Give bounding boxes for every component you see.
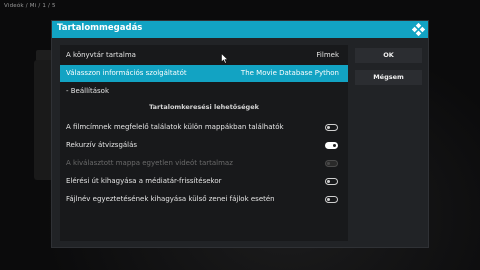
settings-list: A könyvtár tartalma Filmek Válasszon inf… — [60, 45, 348, 241]
content-type-row[interactable]: A könyvtár tartalma Filmek — [60, 47, 348, 64]
dialog-titlebar: Tartalommegadás — [52, 21, 428, 38]
toggle-knob — [327, 180, 330, 183]
toggle-knob — [327, 198, 330, 201]
cancel-button[interactable]: Mégsem — [355, 70, 422, 85]
toggle-knob — [333, 144, 336, 147]
option-label: A kiválasztott mappa egyetlen videót tar… — [66, 159, 233, 167]
option-row-recursive-scan[interactable]: Rekurzív átvizsgálás — [60, 137, 348, 154]
toggle-switch-on[interactable] — [325, 142, 338, 149]
option-label: A filmcímnek megfelelő találatok külön m… — [66, 123, 284, 131]
option-label: Elérési út kihagyása a médiatár-frissíté… — [66, 177, 222, 185]
content-settings-dialog: Tartalommegadás A könyvtár tartalma Film… — [51, 20, 429, 248]
scraper-settings-row[interactable]: - Beállítások — [60, 83, 348, 100]
ok-button[interactable]: OK — [355, 48, 422, 63]
toggle-switch-off[interactable] — [325, 124, 338, 131]
toggle-switch-disabled — [325, 160, 338, 167]
content-type-label: A könyvtár tartalma — [66, 51, 136, 59]
option-row-exclude-path[interactable]: Elérési út kihagyása a médiatár-frissíté… — [60, 173, 348, 190]
scraper-settings-label: - Beállítások — [66, 87, 110, 95]
scraper-provider-value: The Movie Database Python — [240, 69, 339, 77]
toggle-knob — [327, 162, 330, 165]
option-row-separate-folders[interactable]: A filmcímnek megfelelő találatok külön m… — [60, 119, 348, 136]
toggle-switch-off[interactable] — [325, 178, 338, 185]
option-row-single-video: A kiválasztott mappa egyetlen videót tar… — [60, 155, 348, 172]
scraper-provider-label: Válasszon információs szolgáltatót — [66, 69, 187, 77]
scraper-provider-row[interactable]: Válasszon információs szolgáltatót The M… — [60, 65, 348, 82]
toggle-knob — [327, 126, 330, 129]
mouse-cursor-icon — [221, 53, 229, 64]
option-label: Fájlnév egyeztetésének kihagyása külső z… — [66, 195, 275, 203]
option-row-skip-filename-matching[interactable]: Fájlnév egyeztetésének kihagyása külső z… — [60, 191, 348, 208]
content-type-value: Filmek — [316, 51, 339, 59]
background-path-label: Videók / Mi / 1 / 5 — [4, 3, 56, 9]
option-label: Rekurzív átvizsgálás — [66, 141, 138, 149]
dialog-title: Tartalommegadás — [57, 23, 143, 33]
section-title: Tartalomkeresési lehetőségek — [149, 103, 259, 111]
kodi-logo-icon — [412, 23, 425, 36]
toggle-switch-off[interactable] — [325, 196, 338, 203]
